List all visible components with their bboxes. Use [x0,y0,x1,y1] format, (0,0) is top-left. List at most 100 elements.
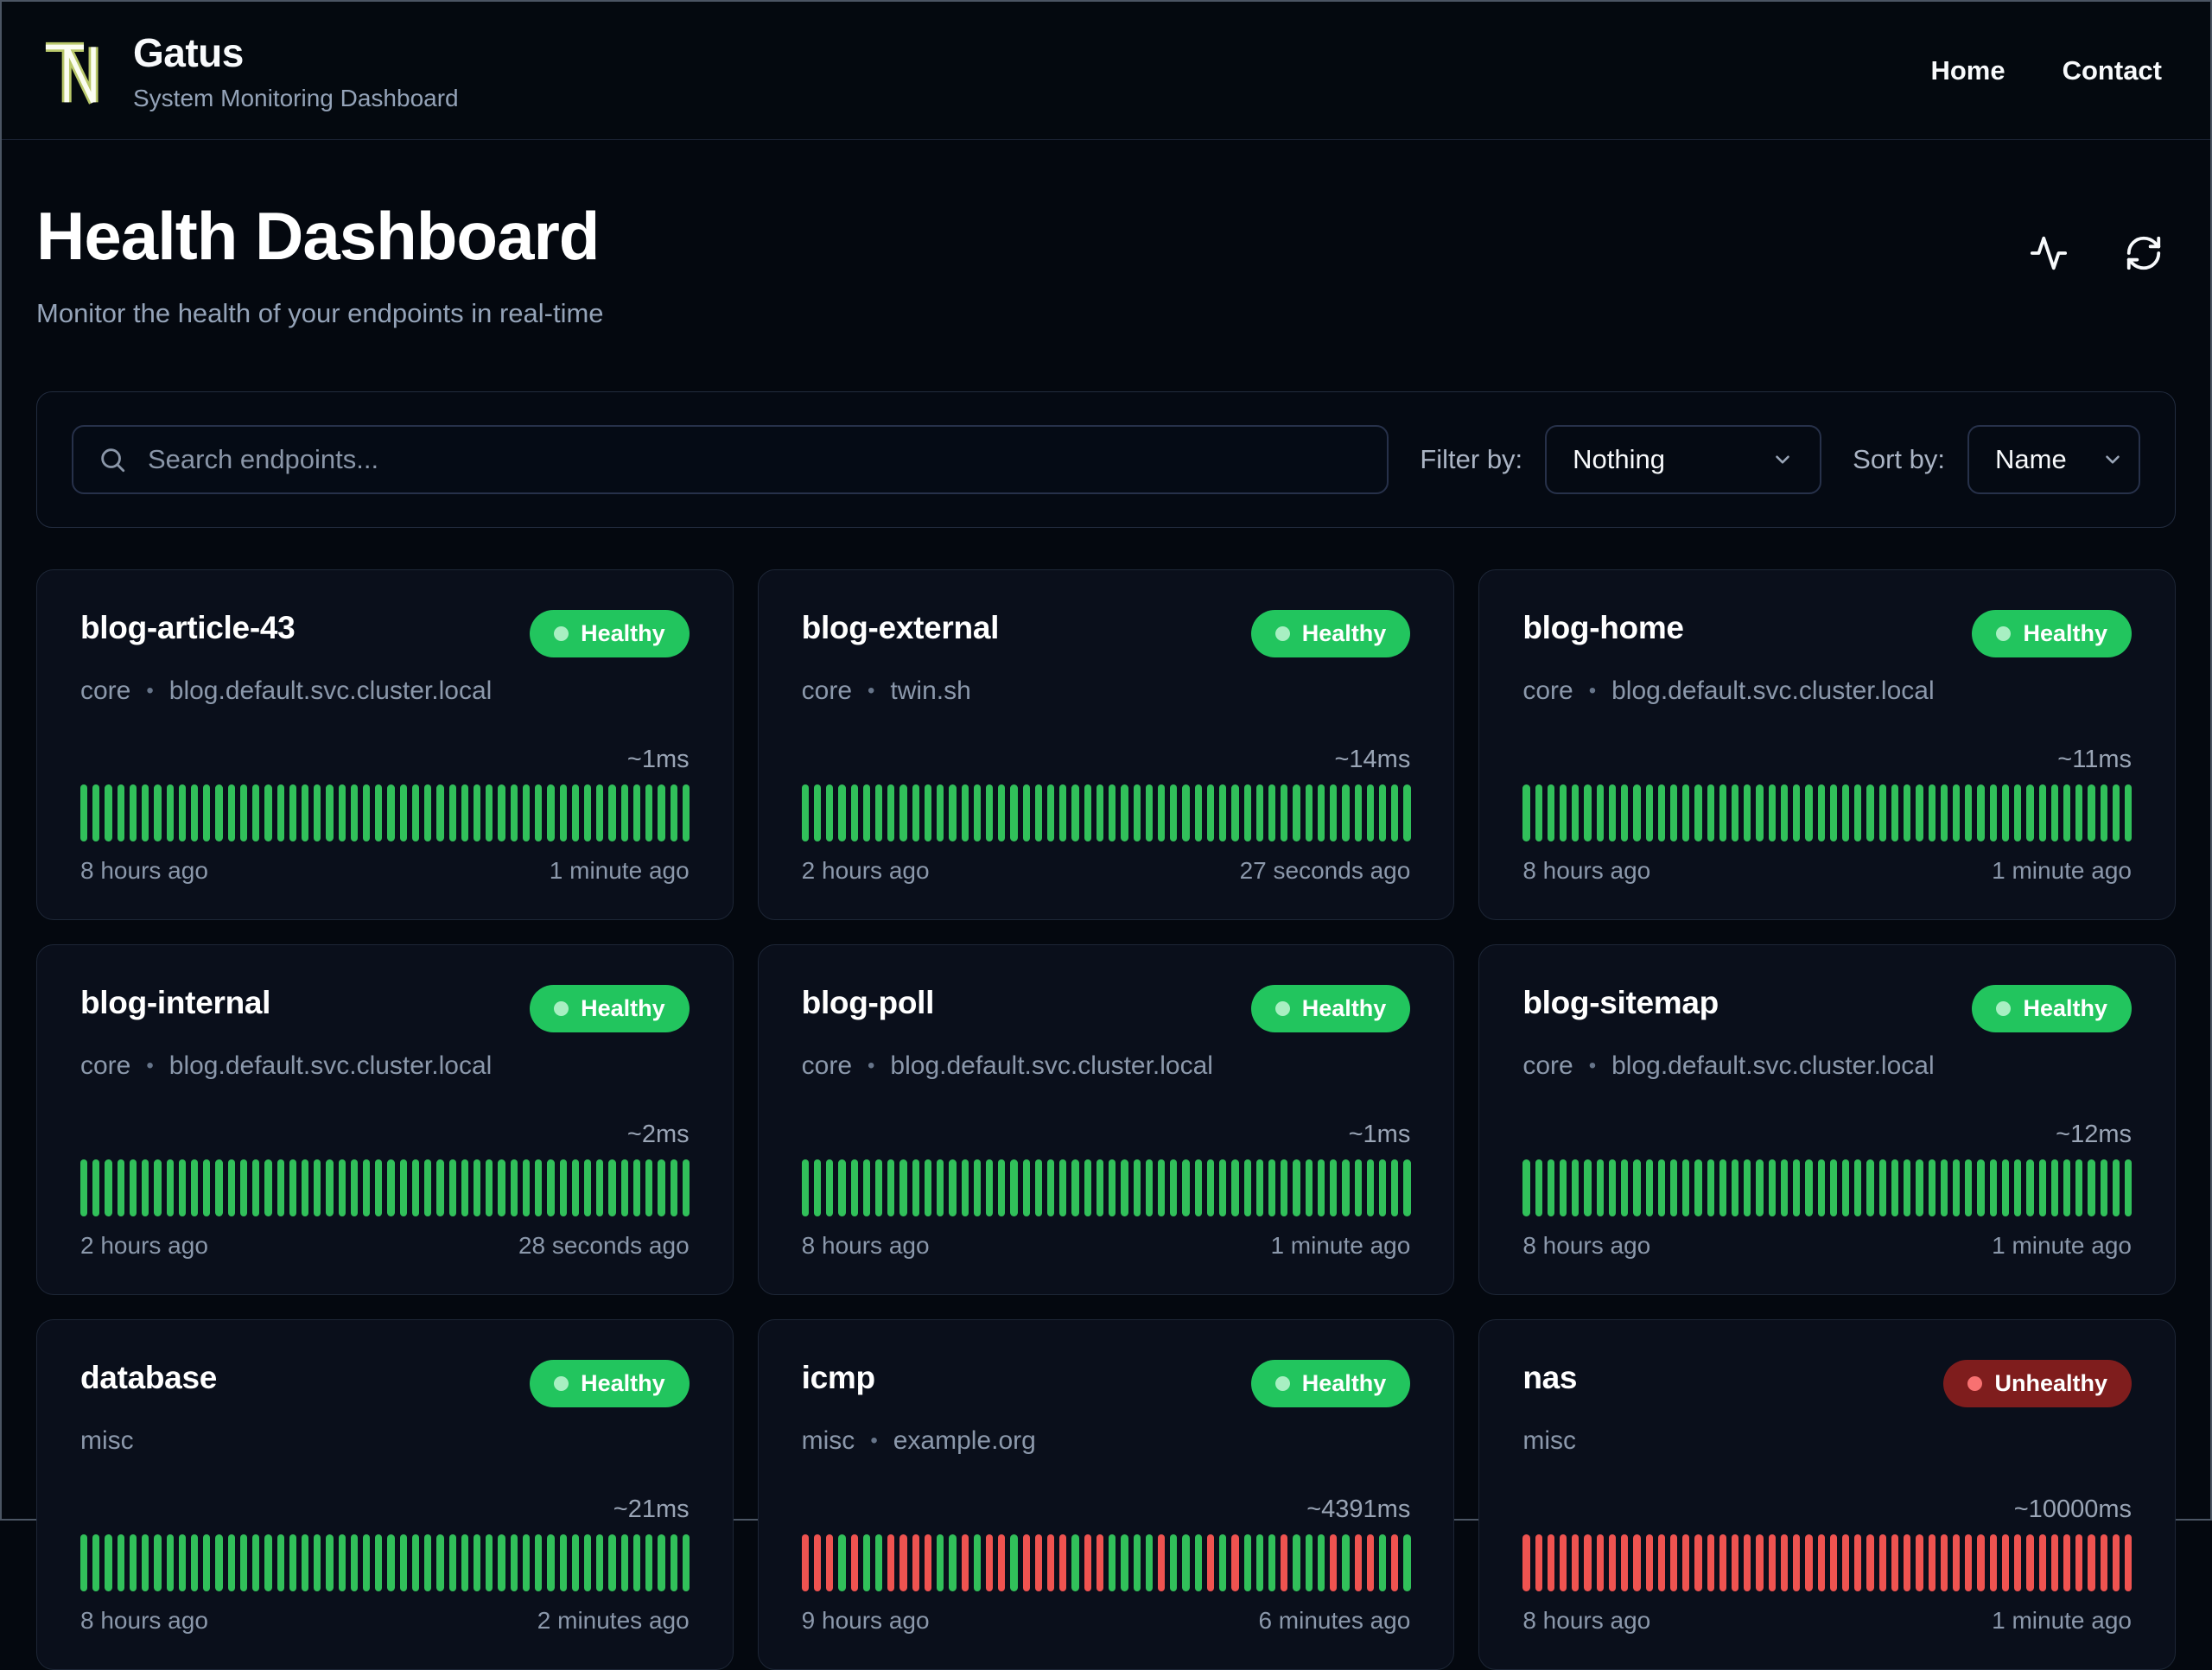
history-bar-up[interactable] [998,1159,1006,1216]
history-bar-up[interactable] [670,1534,677,1591]
history-bar-up[interactable] [2075,784,2083,841]
filter-select[interactable]: Nothing [1545,425,1822,494]
history-bar-down[interactable] [1559,1534,1567,1591]
history-bar-up[interactable] [314,1159,321,1216]
history-bar-up[interactable] [522,1534,531,1591]
history-bar-up[interactable] [252,1534,260,1591]
history-bar-up[interactable] [436,784,444,841]
history-bar-down[interactable] [985,1534,994,1591]
history-bar-up[interactable] [117,784,124,841]
refresh-icon[interactable] [2124,233,2164,273]
history-bar-up[interactable] [1255,1159,1263,1216]
history-bar-up[interactable] [486,1534,493,1591]
history-bar-up[interactable] [985,784,994,841]
history-bar-up[interactable] [1878,784,1886,841]
history-bar-up[interactable] [142,1534,149,1591]
history-bar-up[interactable] [387,784,395,841]
history-bar-up[interactable] [670,1159,677,1216]
history-bar-up[interactable] [850,1159,858,1216]
history-bar-up[interactable] [448,1534,456,1591]
history-bar-up[interactable] [1133,1534,1141,1591]
history-bar-up[interactable] [2038,784,2046,841]
history-bar-up[interactable] [1928,784,1936,841]
history-bar-up[interactable] [1657,1159,1665,1216]
history-bar-up[interactable] [571,784,579,841]
history-bar-up[interactable] [1805,1159,1813,1216]
history-bar-down[interactable] [2014,1534,2022,1591]
history-bar-down[interactable] [801,1534,809,1591]
history-bar-up[interactable] [862,1534,870,1591]
history-bar-up[interactable] [1989,1159,1997,1216]
history-bar-down[interactable] [1952,1534,1961,1591]
history-bar-up[interactable] [411,784,420,841]
history-bar-up[interactable] [411,1534,420,1591]
history-bar-down[interactable] [1158,1534,1166,1591]
history-bar-up[interactable] [838,784,846,841]
history-bar-up[interactable] [252,1159,260,1216]
history-bar-up[interactable] [215,1159,223,1216]
history-bar-up[interactable] [1780,1159,1789,1216]
history-bar-up[interactable] [658,784,665,841]
history-bar-down[interactable] [1989,1534,1997,1591]
history-bar-down[interactable] [1084,1534,1091,1591]
history-bar-up[interactable] [424,1534,432,1591]
history-bar-down[interactable] [1940,1534,1948,1591]
history-bar-up[interactable] [838,1534,846,1591]
history-bar-up[interactable] [1305,1534,1313,1591]
history-bar-up[interactable] [1231,1159,1239,1216]
history-bar-up[interactable] [547,1159,555,1216]
history-bar-up[interactable] [1145,1534,1153,1591]
history-bar-up[interactable] [1109,1534,1116,1591]
history-bar-up[interactable] [1596,1159,1604,1216]
history-bar-down[interactable] [1928,1534,1936,1591]
history-bar-up[interactable] [1330,784,1338,841]
history-bar-down[interactable] [2088,1534,2095,1591]
history-bar-down[interactable] [2063,1534,2071,1591]
history-bar-up[interactable] [1878,1159,1886,1216]
history-bar-up[interactable] [874,784,883,841]
history-bar-down[interactable] [2001,1534,2010,1591]
history-bar-up[interactable] [1071,1159,1079,1216]
history-bar-up[interactable] [1965,1159,1973,1216]
history-bar-up[interactable] [178,1159,186,1216]
history-bar-up[interactable] [2001,1159,2010,1216]
history-bar-up[interactable] [1158,1159,1166,1216]
history-bar-up[interactable] [154,1534,162,1591]
history-bar-up[interactable] [1732,1159,1739,1216]
history-bar-up[interactable] [314,784,321,841]
history-bar-up[interactable] [571,1534,579,1591]
history-bar-up[interactable] [547,784,555,841]
history-bar-up[interactable] [1817,1159,1825,1216]
history-bar-up[interactable] [92,1159,100,1216]
history-bar-down[interactable] [1780,1534,1789,1591]
history-bar-up[interactable] [411,1159,420,1216]
history-bar-up[interactable] [887,1159,895,1216]
history-bar-up[interactable] [375,1159,383,1216]
history-bar-up[interactable] [166,1159,174,1216]
history-bar-up[interactable] [1989,784,1997,841]
history-bar-up[interactable] [2112,1159,2120,1216]
history-bar-up[interactable] [227,1534,235,1591]
history-bar-up[interactable] [129,1159,137,1216]
history-bar-up[interactable] [1584,784,1592,841]
history-bar-up[interactable] [559,784,567,841]
history-bar-up[interactable] [1744,1159,1751,1216]
history-bar-up[interactable] [862,784,870,841]
endpoint-card[interactable]: icmp Healthy misc • example.org ~4391ms … [757,1319,1455,1670]
history-bar-up[interactable] [105,784,112,841]
history-bar-down[interactable] [912,1534,919,1591]
history-bar-down[interactable] [1732,1534,1739,1591]
history-bar-up[interactable] [547,1534,555,1591]
history-bar-up[interactable] [276,784,284,841]
history-bar-up[interactable] [1768,1159,1776,1216]
history-bar-up[interactable] [1403,1159,1411,1216]
history-bar-up[interactable] [1305,1159,1313,1216]
history-bar-up[interactable] [1255,784,1263,841]
history-bar-up[interactable] [387,1159,395,1216]
history-bar-up[interactable] [559,1534,567,1591]
history-bar-up[interactable] [314,1534,321,1591]
sort-select[interactable]: Name [1967,425,2140,494]
history-bar-up[interactable] [1281,1159,1288,1216]
history-bar-up[interactable] [338,784,346,841]
history-bar-up[interactable] [1268,1159,1276,1216]
